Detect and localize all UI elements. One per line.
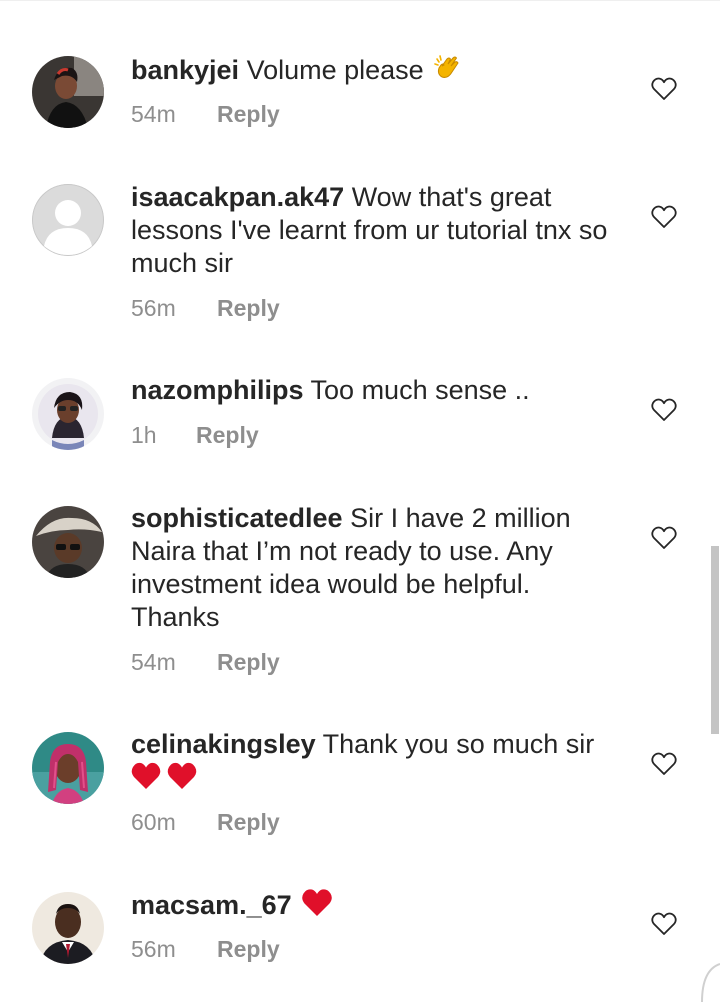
comment-meta: 1h Reply	[131, 421, 259, 449]
heart-icon[interactable]	[651, 526, 677, 550]
avatar[interactable]	[32, 378, 104, 450]
two-red-hearts-icon	[131, 761, 199, 799]
comment-text: nazomphilips Too much sense ..	[131, 374, 611, 407]
comment-time: 54m	[131, 101, 176, 127]
comment-text: sophisticatedlee Sir I have 2 million Na…	[131, 502, 611, 634]
reply-button[interactable]: Reply	[217, 648, 280, 676]
comment-username[interactable]: sophisticatedlee	[131, 503, 343, 533]
comment-text: isaacakpan.ak47 Wow that's great lessons…	[131, 181, 611, 280]
comment-text: macsam._67	[131, 888, 611, 926]
clapping-hands-icon	[433, 53, 463, 91]
comment-body: Thank you so much sir	[322, 729, 595, 759]
reply-button[interactable]: Reply	[196, 421, 259, 449]
comment-time: 1h	[131, 422, 157, 448]
reply-button[interactable]: Reply	[217, 100, 280, 128]
comment-body: Volume please	[246, 55, 424, 85]
comment-time: 56m	[131, 295, 176, 321]
comment-username[interactable]: isaacakpan.ak47	[131, 182, 344, 212]
comment-meta: 60m Reply	[131, 808, 280, 836]
comment-meta: 56m Reply	[131, 935, 280, 963]
avatar[interactable]	[32, 56, 104, 128]
comment-meta: 54m Reply	[131, 648, 280, 676]
comment-meta: 54m Reply	[131, 100, 280, 128]
red-heart-icon	[301, 888, 333, 926]
reply-button[interactable]: Reply	[217, 294, 280, 322]
top-divider	[0, 0, 720, 1]
comment-time: 56m	[131, 936, 176, 962]
comment-username[interactable]: celinakingsley	[131, 729, 316, 759]
heart-icon[interactable]	[651, 752, 677, 776]
avatar[interactable]	[32, 892, 104, 964]
avatar[interactable]	[32, 506, 104, 578]
reply-button[interactable]: Reply	[217, 808, 280, 836]
reply-button[interactable]: Reply	[217, 935, 280, 963]
heart-icon[interactable]	[651, 77, 677, 101]
scrollbar[interactable]	[711, 546, 719, 734]
avatar[interactable]	[32, 184, 104, 256]
heart-icon[interactable]	[651, 398, 677, 422]
comment-body: Too much sense ..	[310, 375, 530, 405]
comment-username[interactable]: macsam._67	[131, 890, 292, 920]
heart-icon[interactable]	[651, 205, 677, 229]
comment-username[interactable]: bankyjei	[131, 55, 239, 85]
floating-button-edge[interactable]	[700, 962, 720, 1003]
comment-text: celinakingsley Thank you so much sir	[131, 728, 611, 799]
heart-icon[interactable]	[651, 912, 677, 936]
avatar[interactable]	[32, 732, 104, 804]
comment-time: 54m	[131, 649, 176, 675]
comment-meta: 56m Reply	[131, 294, 280, 322]
comment-text: bankyjei Volume please	[131, 53, 611, 91]
comment-username[interactable]: nazomphilips	[131, 375, 304, 405]
comment-time: 60m	[131, 809, 176, 835]
